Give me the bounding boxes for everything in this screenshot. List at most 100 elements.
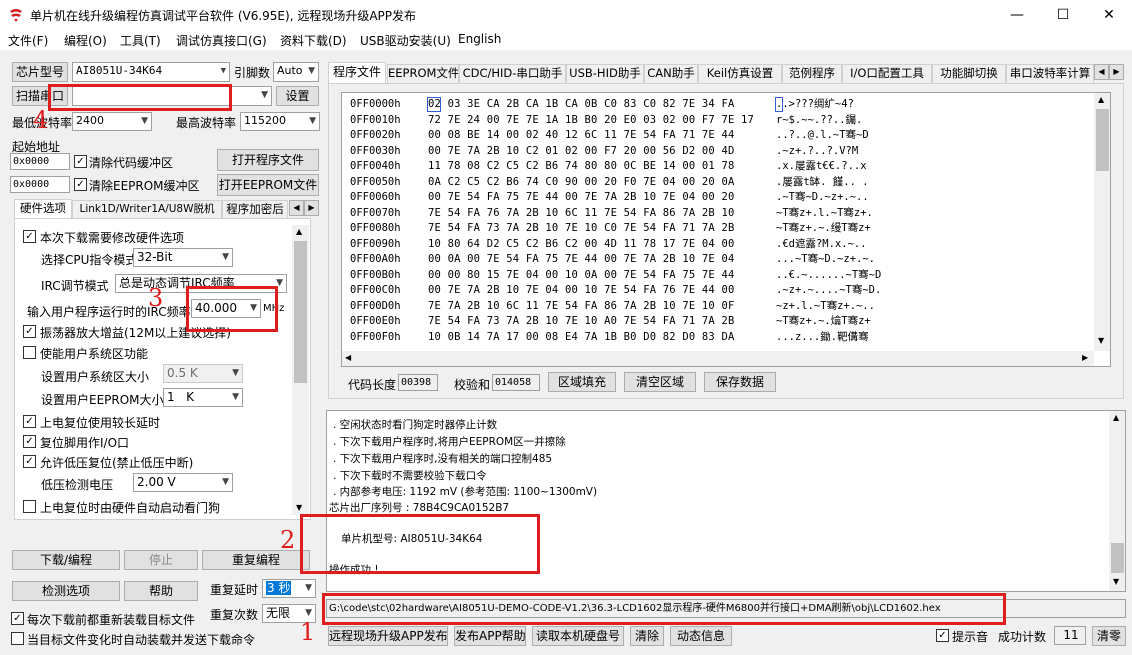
chevron-down-icon: ▼ (220, 66, 226, 76)
publish-help-button[interactable]: 发布APP帮助 (454, 626, 526, 646)
clear-log-button[interactable]: 清除 (630, 626, 664, 646)
lvd-select[interactable]: 2.00 V ▼ (133, 473, 233, 492)
osc-gain-checkbox[interactable]: ✓ (23, 325, 36, 338)
menu-file[interactable]: 文件(F) (8, 32, 48, 49)
eeprom-address-input[interactable]: 0x0000 (10, 176, 70, 193)
tab-program-file[interactable]: 程序文件 (328, 62, 386, 83)
open-program-button[interactable]: 打开程序文件 (217, 149, 319, 171)
clear-region-button[interactable]: 清空区域 (624, 372, 696, 392)
hex-row-ascii: .€d遮露?M.x.~.. (776, 237, 867, 250)
tab-eeprom-file[interactable]: EEPROM文件 (387, 64, 459, 83)
chevron-down-icon: ▼ (222, 477, 229, 487)
max-baud-select[interactable]: 115200 ▼ (240, 112, 320, 131)
scroll-thumb[interactable] (294, 241, 307, 383)
tab-scroll-left[interactable]: ◀ (1094, 64, 1109, 80)
cpu-mode-select[interactable]: 32-Bit ▼ (133, 248, 233, 267)
clear-count-button[interactable]: 清零 (1092, 626, 1126, 646)
tab-scroll-right[interactable]: ▶ (304, 200, 319, 216)
open-eeprom-button[interactable]: 打开EEPROM文件 (217, 174, 319, 196)
scroll-up-icon: ▲ (1113, 413, 1120, 422)
lvr-checkbox[interactable]: ✓ (23, 455, 36, 468)
scroll-thumb[interactable] (1111, 543, 1124, 573)
download-program-button[interactable]: 下载/编程 (12, 550, 120, 570)
auto-send-checkbox[interactable] (11, 632, 24, 645)
scroll-thumb[interactable] (1096, 109, 1109, 171)
options-scrollbar[interactable]: ▲ ▼ (292, 225, 309, 515)
long-delay-checkbox[interactable]: ✓ (23, 415, 36, 428)
annotation-box-1 (322, 593, 1006, 625)
reset-io-label: 复位脚用作I/O口 (40, 436, 130, 450)
tab-io-config[interactable]: I/O口配置工具 (842, 64, 932, 83)
repeat-delay-select[interactable]: 3 秒 ▼ (262, 579, 316, 598)
minimize-button[interactable]: — (994, 0, 1040, 30)
tab-keil[interactable]: Keil仿真设置 (698, 64, 782, 83)
tab-encryption[interactable]: 程序加密后 (222, 200, 288, 218)
wdt-checkbox[interactable] (23, 500, 36, 513)
settings-button[interactable]: 设置 (276, 86, 319, 106)
cpu-mode-label: 选择CPU指令模式 (41, 253, 138, 267)
tab-link1d[interactable]: Link1D/Writer1A/U8W脱机 (72, 200, 222, 218)
hex-row-address: 0FF0080h (350, 222, 401, 234)
hardware-options-panel: ✓ 本次下载需要修改硬件选项 选择CPU指令模式 32-Bit ▼ IRC调节模式… (14, 218, 311, 520)
help-button[interactable]: 帮助 (124, 581, 198, 601)
tab-baud-calc[interactable]: 串口波特率计算 (1006, 64, 1094, 83)
tab-can[interactable]: CAN助手 (644, 64, 698, 83)
code-address-input[interactable]: 0x0000 (10, 153, 70, 170)
menu-tools[interactable]: 工具(T) (120, 32, 161, 49)
menu-usb-driver[interactable]: USB驱动安装(U) (360, 32, 451, 49)
reset-io-checkbox[interactable]: ✓ (23, 435, 36, 448)
modify-hardware-checkbox[interactable]: ✓ (23, 230, 36, 243)
hex-editor[interactable]: 0FF0000h 02 03 3E CA 2B CA 1B CA 0B C0 83… (341, 92, 1111, 367)
beep-checkbox[interactable]: ✓ (936, 629, 949, 642)
menu-english[interactable]: English (458, 32, 501, 46)
close-button[interactable]: ✕ (1086, 0, 1132, 30)
reload-before-checkbox[interactable]: ✓ (11, 612, 24, 625)
maximize-button[interactable]: ☐ (1040, 0, 1086, 30)
eeprom-size-label: 设置用户EEPROM大小 (41, 393, 164, 407)
hex-v-scrollbar[interactable]: ▲ ▼ (1094, 93, 1110, 351)
tab-pin-switch[interactable]: 功能脚切换 (932, 64, 1006, 83)
fill-region-button[interactable]: 区域填充 (548, 372, 616, 392)
hex-row-address: 0FF0040h (350, 160, 401, 172)
save-data-button[interactable]: 保存数据 (704, 372, 776, 392)
hex-row-bytes: 00 7E 7A 2B 10 7E 04 00 10 7E 54 FA 76 7… (428, 284, 735, 296)
chip-model-button[interactable]: 芯片型号 (12, 62, 68, 82)
check-options-button[interactable]: 检测选项 (12, 581, 120, 601)
menu-download[interactable]: 资料下载(D) (280, 32, 347, 49)
tab-scroll-left[interactable]: ◀ (289, 200, 304, 216)
tab-cdc-hid[interactable]: CDC/HID-串口助手 (459, 64, 566, 83)
tab-hardware-options[interactable]: 硬件选项 (14, 199, 72, 218)
log-line: . 下次下载时不需要校验下载口令 (333, 470, 487, 482)
hex-row-address: 0FF00B0h (350, 268, 401, 281)
eeprom-size-select[interactable]: 1 K ▼ (163, 388, 243, 407)
min-baud-select[interactable]: 2400 ▼ (72, 112, 152, 131)
menu-program[interactable]: 编程(O) (64, 32, 107, 49)
reload-before-label: 每次下载前都重新装载目标文件 (27, 613, 196, 627)
chevron-down-icon: ▼ (232, 368, 239, 378)
pins-select[interactable]: Auto ▼ (273, 62, 319, 82)
system-area-size-select[interactable]: 0.5 K ▼ (163, 364, 243, 383)
system-area-checkbox[interactable] (23, 346, 36, 359)
hex-row-address: 0FF0070h (350, 206, 401, 219)
hex-row-ascii: .~z+.~....~T骞~D. (776, 284, 882, 296)
read-disk-id-button[interactable]: 读取本机硬盘号 (532, 626, 624, 646)
clear-eeprom-label: 清除EEPROM缓冲区 (89, 179, 200, 193)
clear-code-checkbox[interactable]: ✓ (74, 155, 87, 168)
clear-eeprom-checkbox[interactable]: ✓ (74, 178, 87, 191)
stop-button[interactable]: 停止 (124, 550, 198, 570)
chip-model-select[interactable]: AI8051U-34K64 ▼ (72, 62, 230, 82)
remote-upgrade-button[interactable]: 远程现场升级APP发布 (328, 626, 448, 646)
menu-debug[interactable]: 调试仿真接口(G) (176, 32, 267, 49)
annotation-number-3: 3 (148, 284, 164, 312)
hex-row-address: 0FF0010h (350, 113, 401, 126)
tab-scroll-right[interactable]: ▶ (1109, 64, 1124, 80)
dynamic-info-button[interactable]: 动态信息 (670, 626, 732, 646)
scroll-right-icon: ▶ (1082, 353, 1089, 362)
tab-examples[interactable]: 范例程序 (782, 64, 842, 83)
hex-row-address: 0FF0050h (350, 175, 401, 188)
hex-row-bytes: 11 78 08 C2 C5 C2 B6 74 80 80 0C BE 14 0… (428, 160, 735, 172)
hex-row-address: 0FF00E0h (350, 315, 401, 327)
log-scrollbar[interactable]: ▲ ▼ (1109, 411, 1125, 591)
hex-h-scrollbar[interactable]: ◀ ▶ (342, 351, 1094, 366)
tab-usb-hid[interactable]: USB-HID助手 (566, 64, 644, 83)
